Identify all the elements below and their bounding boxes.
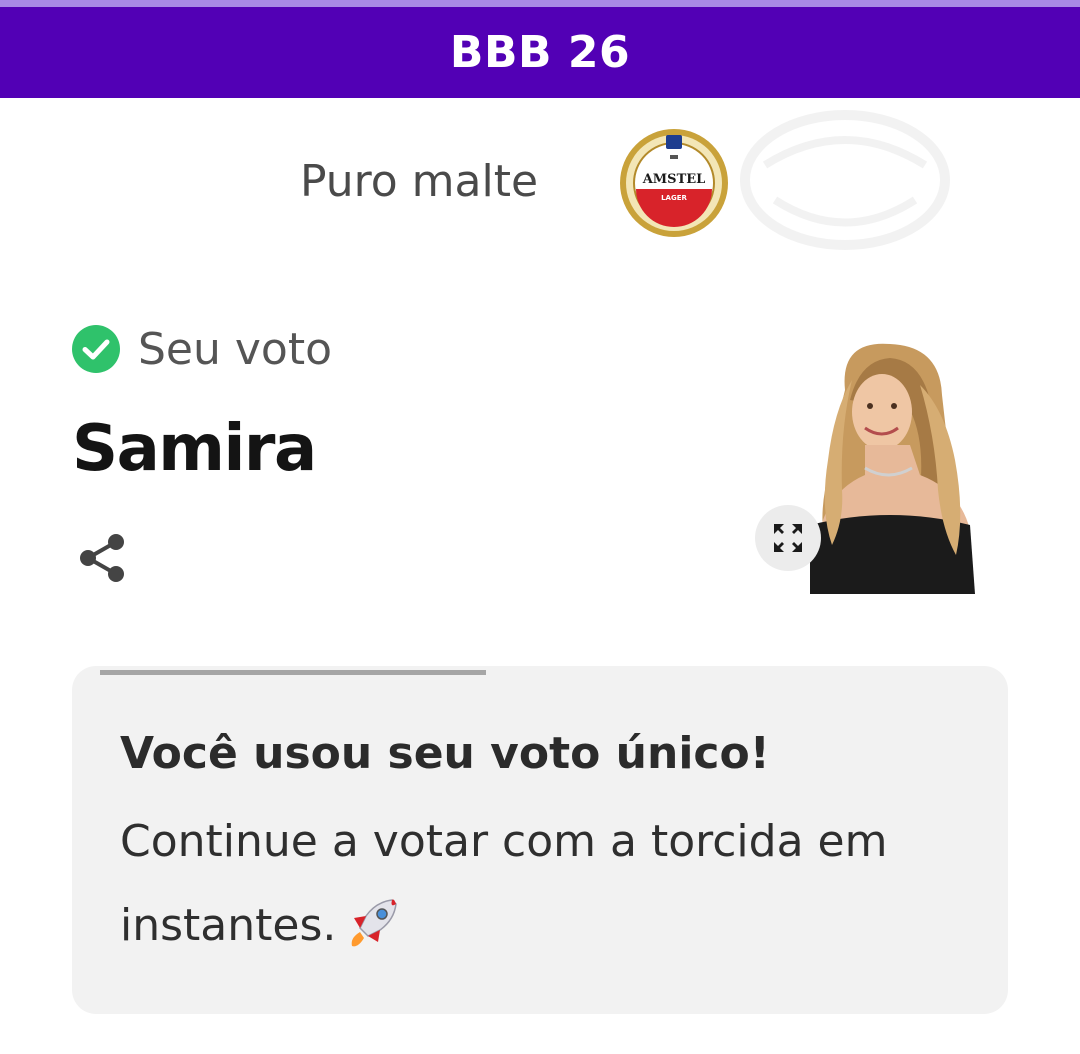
expand-icon <box>774 524 802 552</box>
logo-brand-text: AMSTEL <box>642 172 706 187</box>
sponsor-text: Puro malte <box>300 156 539 207</box>
top-accent-line <box>0 0 1080 7</box>
expand-photo-button[interactable] <box>755 505 821 571</box>
notice-title: Você usou seu voto único! <box>120 728 770 779</box>
share-icon[interactable] <box>76 532 128 584</box>
logo-watermark <box>740 110 950 250</box>
vote-status-label: Seu voto <box>138 323 333 375</box>
notice-body: Continue a votar com a torcida em instan… <box>120 800 940 968</box>
check-circle-icon <box>72 325 120 373</box>
notice-progress-fill <box>100 670 486 675</box>
header-bar: BBB 26 <box>0 7 1080 98</box>
amstel-logo-icon: AMSTEL LAGER <box>620 129 728 237</box>
logo-sub-text: LAGER <box>661 194 687 202</box>
rocket-icon <box>352 899 398 947</box>
page-title: BBB 26 <box>449 27 631 78</box>
notice-progress-bar <box>100 670 486 675</box>
candidate-name: Samira <box>72 412 317 486</box>
notice-body-text: Continue a votar com a torcida em instan… <box>120 816 888 951</box>
vote-status: Seu voto <box>72 322 332 376</box>
